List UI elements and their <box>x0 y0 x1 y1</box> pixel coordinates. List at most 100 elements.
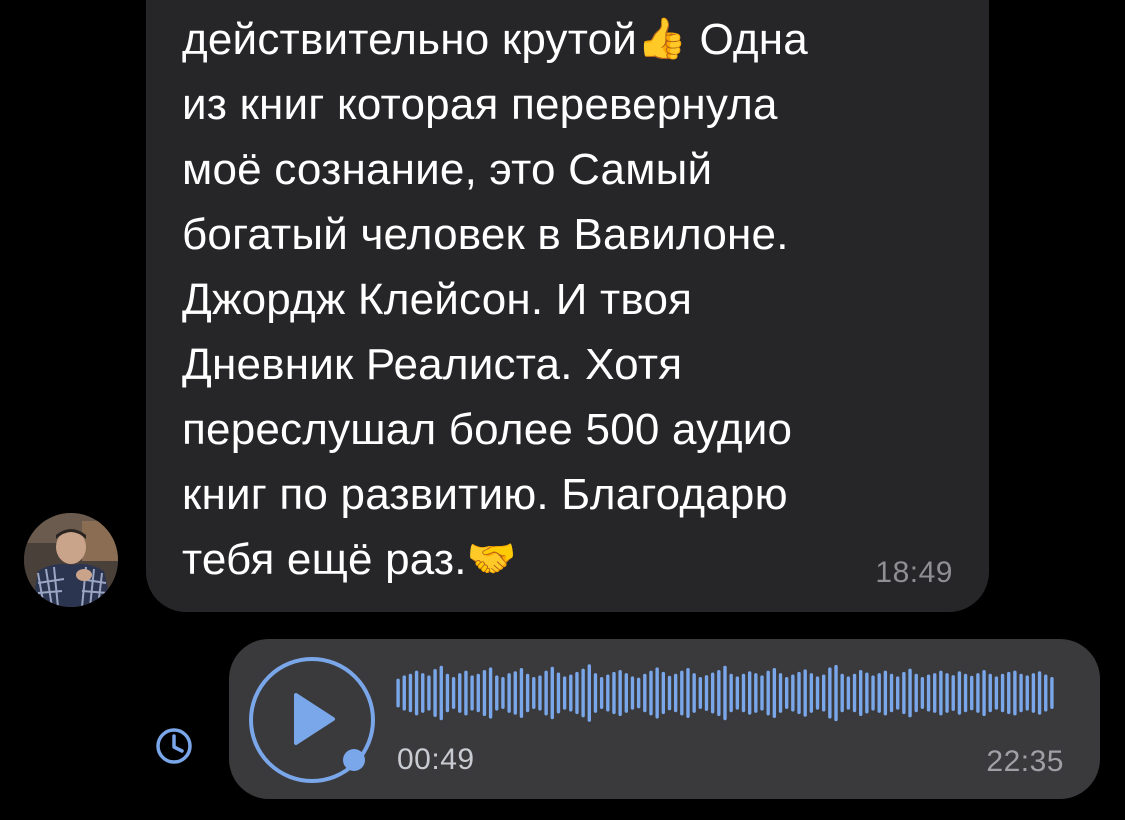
waveform-bar <box>797 671 801 715</box>
waveform-bar <box>532 677 536 709</box>
waveform-bar <box>920 677 925 709</box>
waveform-bar <box>1013 670 1017 716</box>
chat-view: действительно крутой👍 Одна из книг котор… <box>0 0 1125 820</box>
waveform-bar <box>723 665 727 721</box>
play-button[interactable] <box>247 655 377 785</box>
waveform-bar <box>673 673 678 713</box>
sender-avatar[interactable] <box>24 513 118 607</box>
waveform-bar <box>501 677 505 709</box>
waveform-bar <box>741 673 746 713</box>
waveform-bar <box>754 673 758 713</box>
waveform-bar <box>704 675 709 711</box>
waveform-bar <box>414 670 419 716</box>
waveform-bar <box>550 666 554 720</box>
waveform-bar <box>396 678 400 708</box>
message-line: переслушал более 500 аудио <box>182 405 793 454</box>
waveform-bar <box>655 667 659 719</box>
waveform-bar <box>957 671 962 715</box>
user-avatar-icon <box>24 513 118 607</box>
waveform-bar <box>976 673 980 713</box>
message-line: книг по развитию. Благодарю <box>182 470 788 519</box>
waveform-bar <box>951 675 955 711</box>
voice-timestamp: 22:35 <box>986 745 1064 778</box>
waveform-bar <box>402 675 406 711</box>
waveform-bar <box>408 673 413 713</box>
waveform-bar <box>772 668 777 718</box>
waveform-bar <box>1025 675 1029 711</box>
waveform-bar <box>513 671 517 715</box>
waveform-bar <box>933 673 937 713</box>
waveform-bar <box>889 673 894 713</box>
waveform-bar <box>994 676 999 710</box>
waveform-bar <box>680 670 684 716</box>
waveform-bar <box>735 676 740 710</box>
waveform-bar <box>988 673 992 713</box>
waveform-bar <box>562 676 567 710</box>
waveform-bar <box>778 673 783 713</box>
waveform-bar <box>470 675 474 711</box>
waveform-bar <box>834 664 838 722</box>
thumbs-up-icon: 👍 <box>637 16 688 62</box>
message-line-text: Одна <box>687 15 808 64</box>
waveform-bar <box>1050 677 1054 709</box>
waveform-bar <box>569 674 573 712</box>
waveform-bar <box>643 673 647 713</box>
waveform-bar <box>482 669 487 717</box>
waveform-bar <box>828 667 832 719</box>
waveform-bar <box>439 665 443 721</box>
incoming-message-bubble[interactable]: действительно крутой👍 Одна из книг котор… <box>146 0 989 612</box>
waveform-bar <box>488 667 493 719</box>
waveform-bar <box>963 673 968 713</box>
waveform-bar <box>599 677 604 709</box>
clock-icon <box>154 726 194 766</box>
waveform-bar <box>871 675 875 711</box>
message-line: моё сознание, это Самый <box>182 145 713 194</box>
waveform-bar <box>433 669 437 717</box>
waveform-bar <box>1031 673 1036 713</box>
waveform-bar <box>421 673 425 713</box>
waveform-bar <box>846 676 851 710</box>
message-text: действительно крутой👍 Одна из книг котор… <box>182 7 962 592</box>
waveform-bar <box>427 675 431 711</box>
waveform-bar <box>698 677 703 709</box>
waveform-bar <box>1019 673 1023 713</box>
waveform-bar <box>939 670 943 716</box>
waveform-bar <box>587 664 591 722</box>
waveform-bar <box>507 673 511 713</box>
waveform-bar <box>710 672 715 714</box>
message-line-text: действительно крутой <box>182 15 638 64</box>
message-line: тебя ещё раз.🤝 <box>182 527 962 592</box>
waveform-bar <box>747 671 752 715</box>
waveform-bar <box>883 670 888 716</box>
handshake-icon: 🤝 <box>466 536 517 582</box>
waveform-bar <box>1037 671 1042 715</box>
waveform-bar <box>593 673 598 713</box>
waveform-bar <box>636 677 641 709</box>
waveform-bar <box>686 668 690 718</box>
waveform-bar <box>624 673 628 713</box>
waveform-bar <box>649 670 653 716</box>
waveform-bar <box>1000 673 1005 713</box>
waveform-bar <box>556 672 561 714</box>
waveform-bar <box>877 673 881 713</box>
waveform-bar <box>451 677 456 709</box>
waveform-bar <box>1044 674 1048 712</box>
waveform-bar <box>519 668 524 718</box>
voice-waveform[interactable] <box>395 661 1055 725</box>
waveform-bar <box>852 673 857 713</box>
waveform-bar <box>606 674 610 712</box>
waveform-bar <box>840 673 844 713</box>
waveform-bar <box>729 673 733 713</box>
waveform-bar <box>495 675 499 711</box>
message-line: из книг которая перевернула <box>182 80 778 129</box>
waveform-bar <box>970 675 974 711</box>
waveform-bar <box>908 668 912 718</box>
waveform-bar <box>581 668 585 718</box>
outgoing-voice-message-bubble: 00:49 22:35 <box>229 639 1100 799</box>
message-line: богатый человек в Вавилоне. <box>182 210 789 259</box>
message-timestamp: 18:49 <box>875 556 953 589</box>
waveform-bar <box>464 670 468 716</box>
waveform-bar <box>914 673 918 713</box>
waveform-bar <box>692 673 696 713</box>
play-icon <box>249 657 375 783</box>
